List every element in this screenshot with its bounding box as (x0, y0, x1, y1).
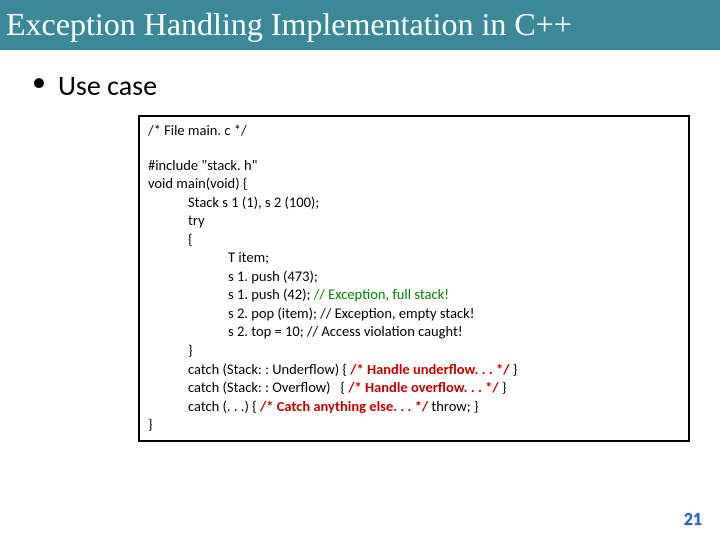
code-blank-line (148, 140, 680, 156)
slide-body: • Use case /* File main. c */ #include "… (0, 50, 720, 442)
code-line: s 1. push (42); // Exception, full stack… (148, 285, 680, 304)
code-line: Stack s 1 (1), s 2 (100); (148, 193, 680, 212)
code-line: catch (Stack: : Overflow) { /* Handle ov… (148, 378, 680, 397)
bullet-text: Use case (58, 68, 157, 103)
code-line: } (148, 341, 680, 360)
code-token: throw; } (431, 397, 478, 415)
bullet-use-case: • Use case (28, 68, 692, 103)
code-line: s 2. top = 10; // Access violation caugh… (148, 322, 680, 341)
code-line: catch (. . .) { /* Catch anything else. … (148, 397, 680, 416)
code-comment: /* Handle underflow. . . */ (350, 360, 509, 378)
code-box: /* File main. c */ #include "stack. h" v… (138, 115, 690, 442)
code-token: ) { (235, 174, 247, 192)
code-line: #include "stack. h" (148, 156, 680, 175)
code-token: catch (Stack: : Overflow) { (188, 378, 348, 396)
code-line: /* File main. c */ (148, 121, 680, 140)
code-token: s 1. push (42); (228, 285, 314, 303)
code-comment: /* Handle overflow. . . */ (348, 378, 498, 396)
slide-title: Exception Handling Implementation in C++ (0, 0, 720, 50)
code-token: } (509, 360, 517, 378)
code-token: main( (173, 174, 210, 192)
code-line: void main(void) { (148, 174, 680, 193)
code-line: { (148, 230, 680, 249)
code-line: s 2. pop (item); // Exception, empty sta… (148, 304, 680, 323)
code-line: s 1. push (473); (148, 267, 680, 286)
code-line: catch (Stack: : Underflow) { /* Handle u… (148, 360, 680, 379)
code-token: void (148, 174, 173, 192)
code-line: T item; (148, 248, 680, 267)
code-token: void (210, 174, 235, 192)
slide: Exception Handling Implementation in C++… (0, 0, 720, 540)
page-number: 21 (684, 508, 702, 530)
code-comment: // Exception, full stack! (314, 285, 449, 303)
code-token: catch (Stack: : Underflow) { (188, 360, 350, 378)
code-line: } (148, 415, 680, 434)
code-token: catch (. . .) { (188, 397, 260, 415)
bullet-dot-icon: • (28, 68, 46, 96)
code-comment: /* Catch anything else. . . */ (260, 397, 431, 415)
code-token: } (499, 378, 507, 396)
code-line: try (148, 211, 680, 230)
